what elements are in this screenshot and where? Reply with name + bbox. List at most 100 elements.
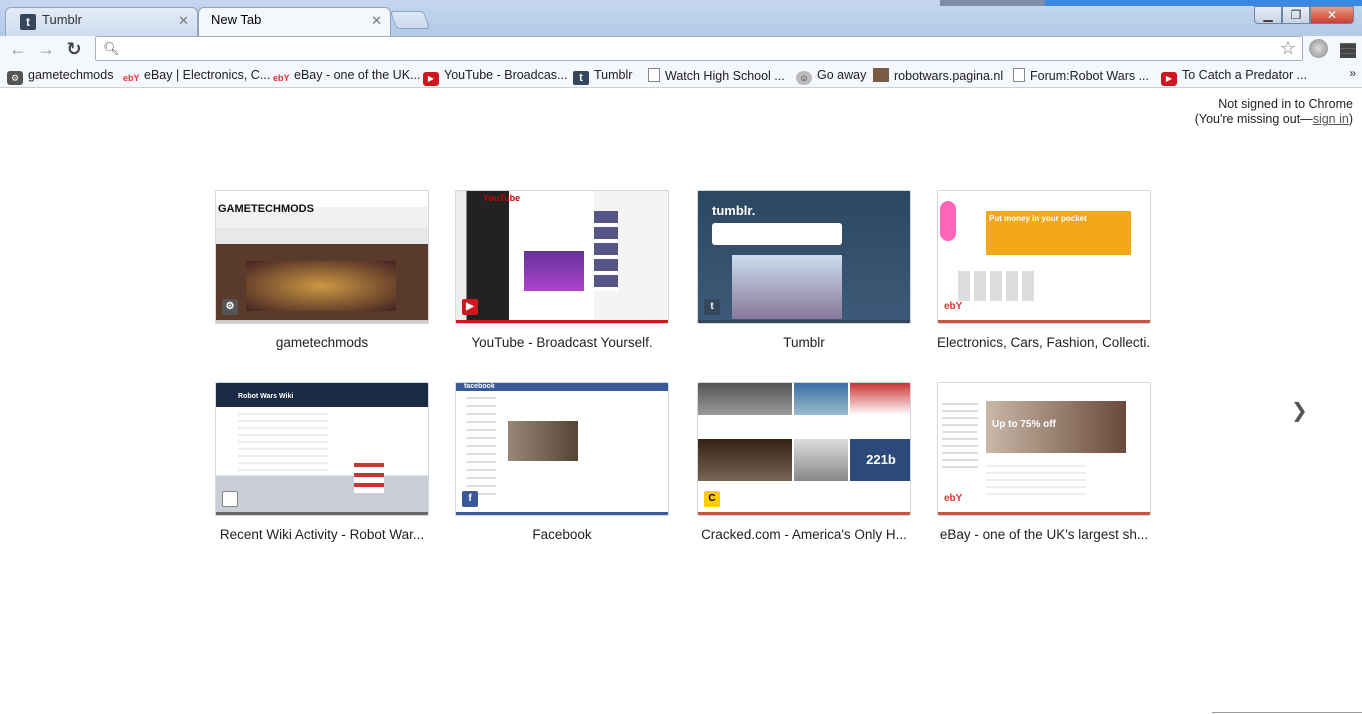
thumbnail-heading: tumblr.: [712, 203, 756, 218]
bookmark-label: eBay - one of the UK...: [294, 68, 421, 82]
thumbnail-post-box: [712, 223, 842, 245]
bookmark-item[interactable]: ▶ To Catch a Predator ...: [1161, 68, 1307, 86]
bookmarks-bar: ⚙ gametechmods ebY eBay | Electronics, C..…: [0, 63, 1362, 88]
most-visited-tile[interactable]: 221b C Cracked.com - America's Only H...: [697, 382, 911, 542]
thumbnail-list: [238, 413, 328, 473]
tile-title: Cracked.com - America's Only H...: [701, 527, 907, 542]
sign-in-link[interactable]: sign in: [1313, 112, 1349, 126]
omnibox[interactable]: 🔍︎ ☆: [95, 36, 1303, 61]
thumbnail-list: [986, 465, 1086, 495]
tile-thumbnail[interactable]: GAMETECHMODS ⚙: [215, 190, 429, 324]
menu-icon[interactable]: ▬ ▬ ▬: [1340, 36, 1356, 62]
window-frame-strip: [940, 0, 1045, 6]
thumbnail-image: [850, 383, 910, 415]
tile-thumbnail[interactable]: tumblr. t: [697, 190, 911, 324]
tile-title: Recent Wiki Activity - Robot War...: [219, 527, 425, 542]
tile-accent-bar: [698, 512, 910, 515]
tile-accent-bar: [698, 320, 910, 323]
bookmark-item[interactable]: t Tumblr: [573, 68, 632, 85]
divider: [1212, 712, 1362, 713]
tile-title: Facebook: [532, 527, 592, 542]
ebay-icon: ebY: [123, 73, 140, 83]
tile-thumbnail[interactable]: Robot Wars Wiki: [215, 382, 429, 516]
bookmark-label: Forum:Robot Wars ...: [1030, 69, 1150, 83]
bookmark-item[interactable]: ebY eBay | Electronics, C...: [123, 68, 270, 85]
tile-title: Tumblr: [783, 335, 825, 350]
close-tab-icon[interactable]: ✕: [178, 13, 189, 29]
signin-status: Not signed in to Chrome: [1218, 97, 1353, 111]
bookmark-label: YouTube - Broadcas...: [444, 68, 568, 82]
thumbnail-image: [524, 251, 584, 291]
most-visited-tile[interactable]: Up to 75% off ebY eBay - one of the UK's…: [937, 382, 1151, 542]
bookmark-item[interactable]: ⚙ gametechmods: [7, 68, 113, 85]
gear-icon: ⚙: [222, 299, 238, 315]
window-controls: ▁ ❐ ✕: [1254, 6, 1354, 24]
omnibox-input[interactable]: [118, 39, 1268, 59]
tile-accent-bar: [216, 320, 428, 323]
tile-thumbnail[interactable]: facebook f: [455, 382, 669, 516]
most-visited-tile[interactable]: YouTube ▶ YouTube - Broadcast Yourself.: [455, 190, 669, 350]
page-icon: [1013, 68, 1025, 82]
most-visited-tile[interactable]: GAMETECHMODS ⚙ gametechmods: [215, 190, 429, 350]
bookmark-item[interactable]: robotwars.pagina.nl: [873, 68, 1003, 83]
tile-title: eBay - one of the UK's largest sh...: [939, 527, 1149, 542]
thumbnail-sidebar: [466, 397, 496, 497]
bookmark-label: Tumblr: [594, 68, 633, 82]
close-window-button[interactable]: ✕: [1310, 6, 1354, 24]
signin-notice: Not signed in to Chrome (You're missing …: [1195, 97, 1353, 127]
tab-tumblr[interactable]: t Tumblr ✕: [5, 7, 198, 36]
youtube-icon: ▶: [462, 299, 478, 315]
signin-prompt: (You're missing out—sign in): [1194, 112, 1353, 126]
bookmark-star-icon[interactable]: ☆: [1280, 38, 1296, 59]
bookmark-label: gametechmods: [28, 68, 114, 82]
tile-thumbnail[interactable]: Put money in your pocket ebY: [937, 190, 1151, 324]
bookmark-label: Watch High School ...: [665, 69, 785, 83]
toolbar: ← → ↻ 🔍︎ ☆ ▬ ▬ ▬: [0, 36, 1362, 63]
gear-icon: ⚙: [7, 71, 23, 85]
bookmark-label: robotwars.pagina.nl: [894, 69, 1004, 83]
tile-thumbnail[interactable]: 221b C: [697, 382, 911, 516]
cracked-icon: C: [704, 491, 720, 507]
thumbnail-image: [732, 255, 842, 319]
back-arrow-icon[interactable]: ←: [7, 38, 29, 60]
most-visited-tile[interactable]: Robot Wars Wiki Recent Wiki Activity - R…: [215, 382, 429, 542]
tumblr-icon: t: [573, 71, 589, 85]
tile-thumbnail[interactable]: YouTube ▶: [455, 190, 669, 324]
tile-thumbnail[interactable]: Up to 75% off ebY: [937, 382, 1151, 516]
thumbnail-image: [794, 383, 848, 415]
tile-title: Electronics, Cars, Fashion, Collecti...: [937, 335, 1151, 350]
facebook-icon: f: [462, 491, 478, 507]
new-tab-button[interactable]: [389, 11, 431, 29]
bookmark-label: Go away: [817, 68, 867, 82]
ebay-icon: ebY: [944, 301, 963, 312]
minimize-button[interactable]: ▁: [1254, 6, 1282, 24]
forward-arrow-icon[interactable]: →: [35, 38, 57, 60]
most-visited-tile[interactable]: Put money in your pocket ebY Electronics…: [937, 190, 1151, 350]
thumbnail-image: [958, 271, 1038, 301]
bookmark-item[interactable]: ▶ YouTube - Broadcas...: [423, 68, 567, 86]
tile-accent-bar: [938, 512, 1150, 515]
thumbnail-image: [698, 383, 792, 415]
thumbnail-heading: Up to 75% off: [986, 401, 1126, 453]
bookmark-label: eBay | Electronics, C...: [144, 68, 271, 82]
tab-title: Tumblr: [42, 12, 82, 27]
most-visited-tile[interactable]: facebook f Facebook: [455, 382, 669, 542]
tile-accent-bar: [456, 512, 668, 515]
bookmark-item[interactable]: Watch High School ...: [648, 68, 785, 83]
bookmark-item[interactable]: Forum:Robot Wars ...: [1013, 68, 1149, 83]
most-visited-tile[interactable]: tumblr. t Tumblr: [697, 190, 911, 350]
reload-icon[interactable]: ↻: [63, 38, 85, 60]
tab-strip: t Tumblr ✕ New Tab ✕ ▁ ❐ ✕: [0, 0, 1362, 36]
page-icon: [222, 491, 238, 507]
bookmark-item[interactable]: ☺ Go away: [796, 68, 866, 85]
thumbnail-heading: Put money in your pocket: [986, 211, 1131, 255]
tile-accent-bar: [938, 320, 1150, 323]
bookmark-item[interactable]: ebY eBay - one of the UK...: [273, 68, 420, 85]
maximize-button[interactable]: ❐: [1282, 6, 1310, 24]
bookmarks-overflow-button[interactable]: »: [1349, 66, 1356, 80]
thumbnail-sidebar: [942, 403, 978, 473]
next-page-arrow-icon[interactable]: ❯: [1291, 398, 1308, 423]
close-tab-icon[interactable]: ✕: [371, 13, 382, 29]
tab-new-tab[interactable]: New Tab ✕: [198, 7, 391, 36]
extension-icon[interactable]: [1309, 39, 1328, 58]
